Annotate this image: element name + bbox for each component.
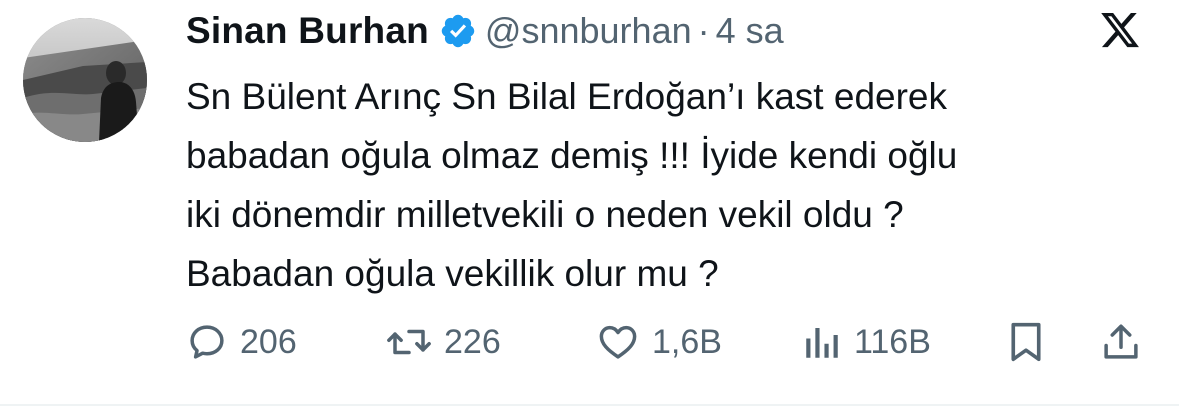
avatar-photo <box>23 18 147 142</box>
retweet-icon <box>387 329 431 355</box>
tweet-text-line: Sn Bülent Arınç Sn Bilal Erdoğan’ı kast … <box>186 76 947 117</box>
tweet-header: Sinan Burhan @snnburhan · 4 sa <box>186 8 784 54</box>
tweet-actions: 206 226 1,6B 116B <box>186 318 1146 366</box>
views-icon <box>806 328 838 358</box>
retweet-count: 226 <box>444 322 501 361</box>
views-count: 116B <box>854 322 931 361</box>
tweet-text: Sn Bülent Arınç Sn Bilal Erdoğan’ı kast … <box>186 67 1146 303</box>
heart-icon <box>599 325 637 359</box>
retweet-button[interactable]: 226 <box>386 318 501 366</box>
x-logo-icon <box>1101 12 1139 48</box>
bookmark-icon <box>1011 322 1041 362</box>
avatar[interactable] <box>23 18 147 142</box>
tweet-timestamp[interactable]: 4 sa <box>716 10 784 52</box>
verified-badge-icon <box>441 14 475 48</box>
separator-dot: · <box>697 10 710 51</box>
reply-icon <box>190 325 224 359</box>
tweet-text-line: Babadan oğula vekillik olur mu ? <box>186 253 719 294</box>
tweet-text-line: iki dönemdir milletvekili o neden vekil … <box>186 194 904 235</box>
share-button[interactable] <box>1100 318 1142 366</box>
reply-count: 206 <box>240 322 297 361</box>
like-button[interactable]: 1,6B <box>596 318 722 366</box>
bookmark-button[interactable] <box>1006 318 1046 366</box>
views-button[interactable]: 116B <box>802 318 931 366</box>
bottom-divider <box>0 404 1179 406</box>
reply-button[interactable]: 206 <box>186 318 297 366</box>
author-name[interactable]: Sinan Burhan <box>186 10 429 52</box>
like-count: 1,6B <box>652 322 722 361</box>
tweet-text-line: babadan oğula olmaz demiş !!! İyide kend… <box>186 135 958 176</box>
share-icon <box>1104 324 1138 359</box>
author-handle[interactable]: @snnburhan <box>485 10 692 52</box>
